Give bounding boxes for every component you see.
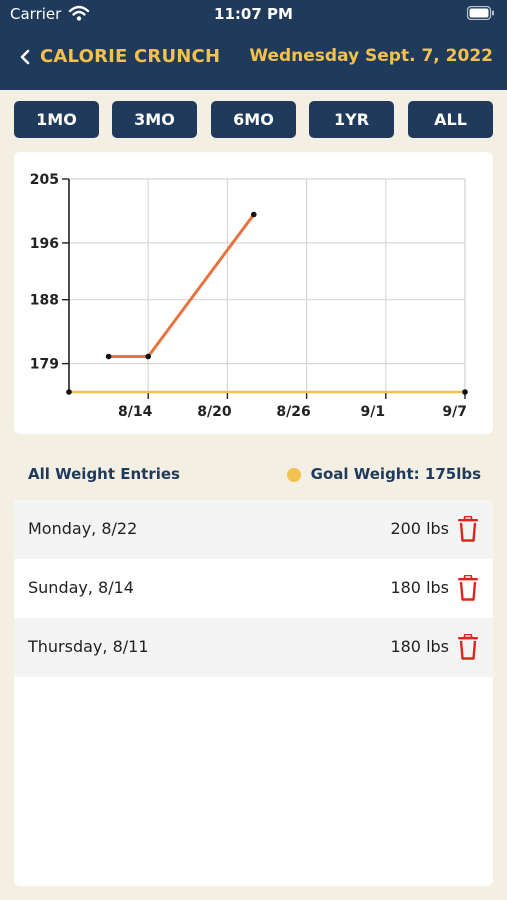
entries-header: All Weight Entries Goal Weight: 175lbs	[14, 448, 493, 500]
weight-data-point	[105, 353, 112, 360]
chart-grid	[68, 178, 466, 393]
entries-title: All Weight Entries	[28, 465, 180, 483]
chart-lines	[69, 213, 465, 394]
goal-indicator-dot	[287, 468, 301, 482]
range-button-6mo[interactable]: 6MO	[211, 101, 296, 138]
range-button-all[interactable]: ALL	[408, 101, 493, 138]
trash-icon[interactable]	[457, 634, 479, 660]
chart-points	[66, 211, 468, 395]
status-time: 11:07 PM	[214, 5, 293, 23]
weight-chart-card: 179 188 196 205 8/14 8/20 8/26 9/1 9/7	[14, 152, 493, 434]
weight-chart: 179 188 196 205 8/14 8/20 8/26 9/1 9/7	[30, 172, 468, 420]
entry-day: Sunday, 8/14	[28, 578, 134, 597]
battery-icon	[467, 6, 494, 20]
entry-row[interactable]: Thursday, 8/11 180 lbs	[14, 618, 493, 677]
weight-entries-card: All Weight Entries Goal Weight: 175lbs M…	[14, 448, 493, 886]
y-tick-labels: 179 188 196 205	[30, 172, 59, 373]
entry-day: Thursday, 8/11	[28, 637, 149, 656]
chart-axes	[62, 178, 466, 399]
x-tick-label: 8/20	[197, 404, 232, 420]
x-tick-label: 8/14	[118, 404, 153, 420]
goal-data-point	[66, 389, 72, 395]
y-tick-label: 188	[30, 293, 59, 309]
goal-weight-label: Goal Weight: 175lbs	[310, 465, 481, 483]
y-tick-label: 205	[30, 172, 59, 188]
trash-icon[interactable]	[457, 516, 479, 542]
weight-data-point	[251, 211, 257, 218]
x-tick-label: 8/26	[276, 404, 310, 420]
entry-row[interactable]: Sunday, 8/14 180 lbs	[14, 559, 493, 618]
weight-series-line	[108, 213, 256, 358]
entry-weight: 180 lbs	[390, 578, 449, 597]
range-button-3mo[interactable]: 3MO	[112, 101, 197, 138]
trash-icon[interactable]	[457, 575, 479, 601]
status-bar: Carrier 11:07 PM	[0, 0, 507, 32]
y-tick-label: 179	[30, 357, 59, 373]
current-date: Wednesday Sept. 7, 2022	[249, 46, 493, 66]
weight-data-point	[145, 353, 151, 360]
goal-data-point	[462, 389, 468, 395]
app-header: Carrier 11:07 PM CALORIE CRUNCH Wednesda…	[0, 0, 507, 90]
entry-row[interactable]: Monday, 8/22 200 lbs	[14, 500, 493, 559]
plot-frame	[68, 178, 466, 393]
y-tick-label: 196	[30, 236, 59, 252]
app-title: CALORIE CRUNCH	[40, 46, 221, 67]
back-chevron-icon[interactable]	[14, 44, 40, 70]
x-tick-label: 9/7	[442, 404, 467, 420]
entry-weight: 200 lbs	[390, 519, 449, 538]
range-button-1mo[interactable]: 1MO	[14, 101, 99, 138]
x-tick-label: 9/1	[360, 404, 385, 420]
range-button-1yr[interactable]: 1YR	[309, 101, 394, 138]
entry-day: Monday, 8/22	[28, 519, 138, 538]
x-tick-labels: 8/14 8/20 8/26 9/1 9/7	[118, 404, 467, 420]
range-selector: 1MO 3MO 6MO 1YR ALL	[14, 101, 493, 138]
entry-weight: 180 lbs	[390, 637, 449, 656]
